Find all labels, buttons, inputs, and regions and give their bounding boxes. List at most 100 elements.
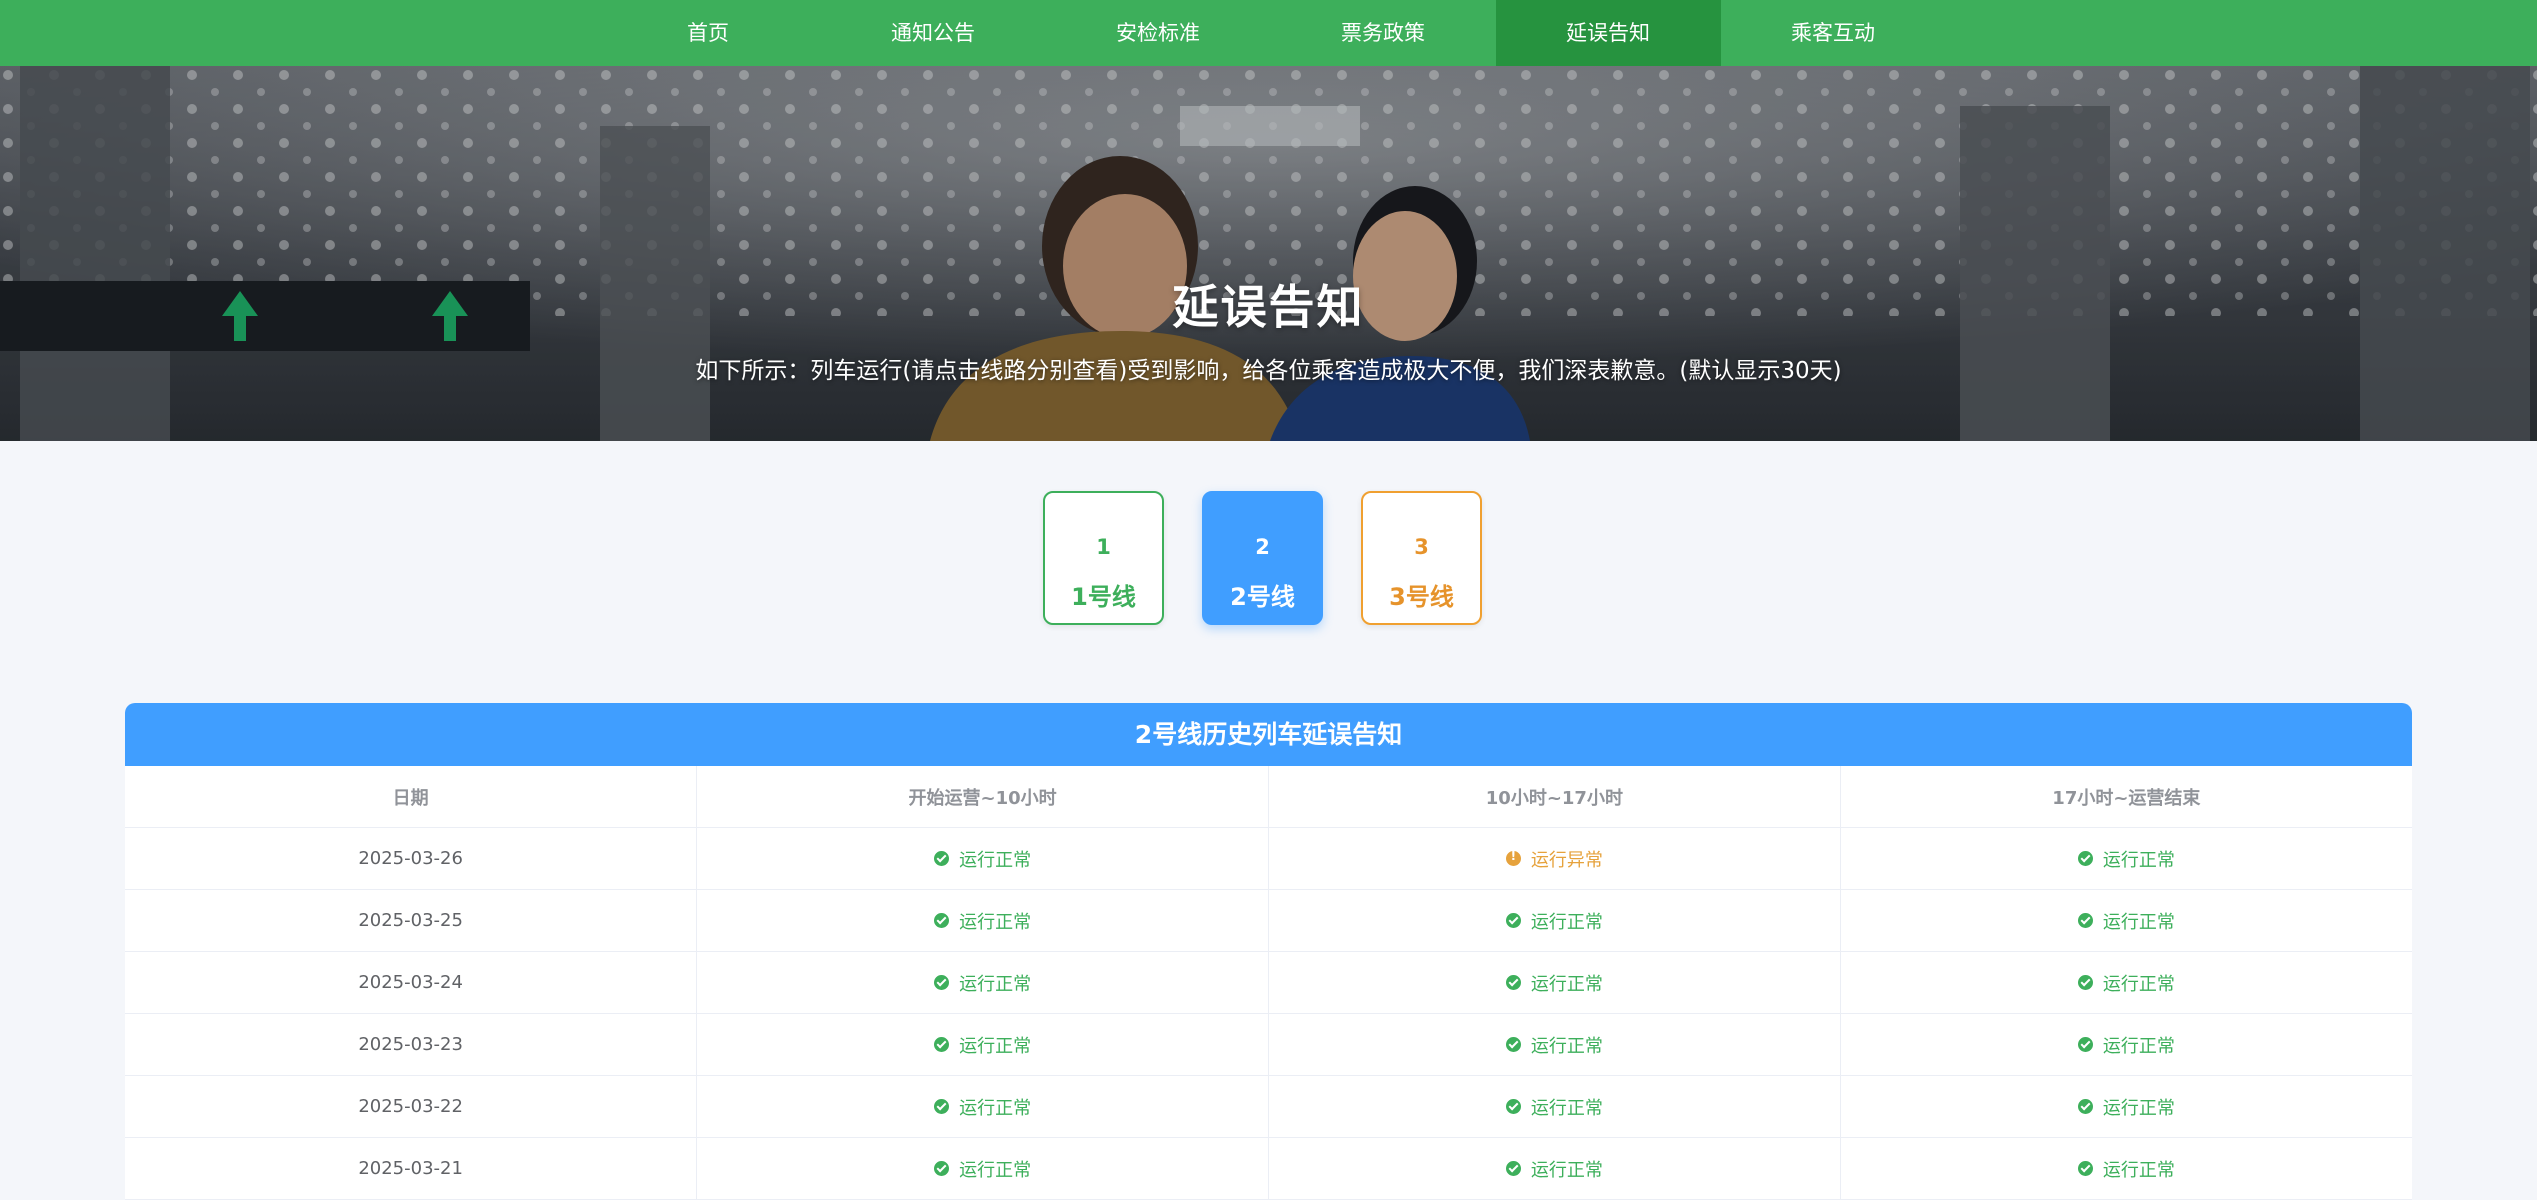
table-row: 2025-03-24 运行正常 运行正常 运行正常 bbox=[125, 951, 2412, 1014]
status-normal: 运行正常 bbox=[934, 1094, 1031, 1120]
nav-item-home[interactable]: 首页 bbox=[596, 0, 821, 66]
status-cell: 运行正常 bbox=[1840, 951, 2412, 1014]
table-row: 2025-03-26 运行正常 运行异常 运行正常 bbox=[125, 827, 2412, 890]
check-circle-icon bbox=[2077, 1037, 2093, 1052]
line-label: 1号线 bbox=[1071, 583, 1136, 611]
status-normal: 运行正常 bbox=[1505, 970, 1603, 996]
status-normal: 运行正常 bbox=[934, 908, 1031, 934]
page-subtitle: 如下所示：列车运行(请点击线路分别查看)受到影响，给各位乘客造成极大不便，我们深… bbox=[695, 358, 1842, 384]
status-normal: 运行正常 bbox=[1505, 1032, 1603, 1058]
status-normal: 运行正常 bbox=[934, 970, 1031, 996]
check-circle-icon bbox=[1505, 913, 1521, 928]
status-normal: 运行正常 bbox=[2077, 1032, 2175, 1058]
check-circle-icon bbox=[2077, 913, 2093, 928]
column-header-date: 日期 bbox=[125, 766, 698, 828]
status-text: 运行正常 bbox=[2102, 1097, 2175, 1119]
table-title: 2号线历史列车延误告知 bbox=[125, 703, 2412, 766]
status-normal: 运行正常 bbox=[2077, 970, 2175, 996]
status-text: 运行正常 bbox=[959, 1035, 1032, 1057]
date-cell: 2025-03-25 bbox=[125, 889, 698, 952]
table-row: 2025-03-23 运行正常 运行正常 运行正常 bbox=[125, 1013, 2412, 1076]
check-circle-icon bbox=[2077, 975, 2093, 990]
table-row: 2025-03-22 运行正常 运行正常 运行正常 bbox=[125, 1075, 2412, 1138]
check-circle-icon bbox=[1505, 975, 1521, 990]
status-cell: 运行正常 bbox=[1268, 1075, 1841, 1138]
status-text: 运行正常 bbox=[2102, 911, 2175, 933]
check-circle-icon bbox=[2077, 1161, 2093, 1176]
status-cell: 运行正常 bbox=[1268, 1013, 1841, 1076]
line-number: 1 bbox=[1096, 535, 1111, 559]
status-text: 运行正常 bbox=[959, 1159, 1032, 1181]
check-circle-icon bbox=[934, 975, 950, 990]
status-cell: 运行正常 bbox=[1268, 889, 1841, 952]
status-cell: 运行正常 bbox=[1840, 1137, 2412, 1200]
status-text: 运行正常 bbox=[959, 1097, 1032, 1119]
table-row: 2025-03-25 运行正常 运行正常 运行正常 bbox=[125, 889, 2412, 952]
table-header-row: 日期 开始运营~10小时 10小时~17小时 17小时~运营结束 bbox=[125, 766, 2412, 828]
date-cell: 2025-03-21 bbox=[125, 1137, 698, 1200]
line-tab-3[interactable]: 3 3号线 bbox=[1361, 491, 1482, 625]
check-circle-icon bbox=[934, 1161, 950, 1176]
status-cell: 运行正常 bbox=[1268, 951, 1841, 1014]
status-text: 运行正常 bbox=[2102, 1035, 2175, 1057]
nav-item-ticketing[interactable]: 票务政策 bbox=[1271, 0, 1496, 66]
line-label: 3号线 bbox=[1389, 583, 1454, 611]
line-tab-2[interactable]: 2 2号线 bbox=[1202, 491, 1323, 625]
status-cell: 运行正常 bbox=[1840, 1075, 2412, 1138]
line-tab-1[interactable]: 1 1号线 bbox=[1043, 491, 1164, 625]
status-text: 运行正常 bbox=[1530, 1035, 1603, 1057]
status-text: 运行正常 bbox=[1530, 1159, 1603, 1181]
nav-items: 首页 通知公告 安检标准 票务政策 延误告知 乘客互动 bbox=[596, 0, 1946, 66]
check-circle-icon bbox=[934, 913, 950, 928]
hero-banner: 延误告知 如下所示：列车运行(请点击线路分别查看)受到影响，给各位乘客造成极大不… bbox=[0, 66, 2537, 441]
status-normal: 运行正常 bbox=[934, 846, 1031, 872]
status-normal: 运行正常 bbox=[2077, 908, 2175, 934]
status-text: 运行正常 bbox=[959, 849, 1032, 871]
status-normal: 运行正常 bbox=[1505, 1094, 1603, 1120]
line-label: 2号线 bbox=[1230, 583, 1295, 611]
status-cell: 运行正常 bbox=[696, 889, 1269, 952]
date-cell: 2025-03-24 bbox=[125, 951, 698, 1014]
status-cell: 运行正常 bbox=[696, 1137, 1269, 1200]
page-title: 延误告知 bbox=[1172, 280, 1365, 334]
check-circle-icon bbox=[1505, 1161, 1521, 1176]
status-text: 运行正常 bbox=[2102, 973, 2175, 995]
status-cell: 运行异常 bbox=[1268, 827, 1841, 890]
status-text: 运行正常 bbox=[2102, 849, 2175, 871]
delay-table-panel: 2号线历史列车延误告知 日期 开始运营~10小时 10小时~17小时 17小时~… bbox=[125, 703, 2412, 1200]
check-circle-icon bbox=[934, 1099, 950, 1114]
status-cell: 运行正常 bbox=[696, 1075, 1269, 1138]
warning-circle-icon bbox=[1505, 849, 1521, 866]
status-normal: 运行正常 bbox=[2077, 1156, 2175, 1182]
column-header-period-2: 10小时~17小时 bbox=[1268, 766, 1841, 828]
status-normal: 运行正常 bbox=[934, 1032, 1031, 1058]
table-body: 2025-03-26运行正常运行异常运行正常2025-03-25运行正常运行正常… bbox=[125, 827, 2412, 1200]
line-selector: 1 1号线 2 2号线 3 3号线 bbox=[1043, 491, 1482, 625]
status-text: 运行正常 bbox=[1530, 973, 1603, 995]
check-circle-icon bbox=[1505, 1037, 1521, 1052]
nav-item-notices[interactable]: 通知公告 bbox=[821, 0, 1046, 66]
date-cell: 2025-03-23 bbox=[125, 1013, 698, 1076]
status-text: 运行正常 bbox=[959, 911, 1032, 933]
status-normal: 运行正常 bbox=[1505, 1156, 1603, 1182]
status-text: 运行正常 bbox=[959, 973, 1032, 995]
line-number: 2 bbox=[1255, 535, 1270, 559]
check-circle-icon bbox=[934, 1037, 950, 1052]
status-text: 运行正常 bbox=[1530, 1097, 1603, 1119]
table-row: 2025-03-21 运行正常 运行正常 运行正常 bbox=[125, 1137, 2412, 1200]
status-cell: 运行正常 bbox=[696, 1013, 1269, 1076]
nav-item-delay-notice[interactable]: 延误告知 bbox=[1495, 0, 1721, 66]
status-normal: 运行正常 bbox=[934, 1156, 1031, 1182]
check-circle-icon bbox=[2077, 851, 2093, 866]
date-cell: 2025-03-22 bbox=[125, 1075, 698, 1138]
column-header-period-3: 17小时~运营结束 bbox=[1840, 766, 2412, 828]
nav-item-security[interactable]: 安检标准 bbox=[1046, 0, 1271, 66]
status-text: 运行正常 bbox=[1530, 911, 1603, 933]
status-cell: 运行正常 bbox=[1840, 1013, 2412, 1076]
status-cell: 运行正常 bbox=[1268, 1137, 1841, 1200]
nav-item-interaction[interactable]: 乘客互动 bbox=[1721, 0, 1946, 66]
status-cell: 运行正常 bbox=[696, 951, 1269, 1014]
check-circle-icon bbox=[1505, 1099, 1521, 1114]
status-normal: 运行正常 bbox=[2077, 846, 2175, 872]
check-circle-icon bbox=[934, 851, 950, 866]
